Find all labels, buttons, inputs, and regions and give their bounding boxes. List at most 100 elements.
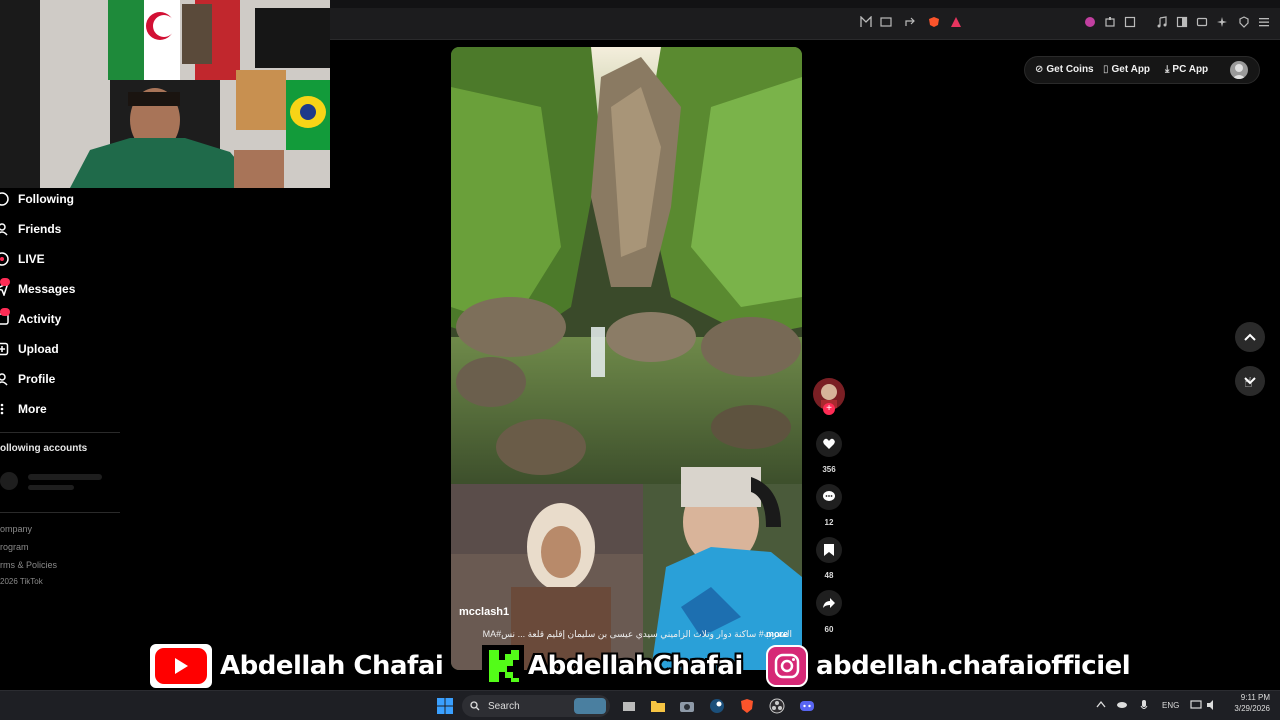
windows-start-icon[interactable]	[436, 697, 454, 715]
footer-link-terms[interactable]: rms & Policies	[0, 560, 57, 570]
tray-overflow-icon[interactable]	[1096, 700, 1106, 710]
sidebar-item-label: Messages	[18, 282, 76, 296]
get-coins-button[interactable]: ⊘ Get Coins	[1035, 64, 1094, 75]
pc-app-button[interactable]: ⤓ PC App	[1165, 64, 1208, 75]
search-highlight-image	[574, 698, 606, 714]
sidebar-item-label: More	[18, 402, 47, 416]
youtube-channel: Abdellah Chafai	[148, 642, 444, 690]
comment-button[interactable]	[816, 484, 842, 510]
save-button[interactable]	[816, 537, 842, 563]
microphone-icon[interactable]	[1140, 700, 1148, 714]
cloud-icon[interactable]	[1116, 700, 1128, 710]
messages-badge	[0, 278, 10, 286]
vpn-icon[interactable]	[1236, 14, 1252, 30]
share-count: 60	[824, 625, 834, 634]
sidebar-item-activity[interactable]: Activity	[0, 308, 61, 330]
share-icon[interactable]	[902, 14, 918, 30]
bookmark-icon	[824, 544, 834, 556]
file-explorer-icon[interactable]	[649, 697, 667, 715]
sidebar-item-messages[interactable]: Messages	[0, 278, 75, 300]
sidebar-divider	[0, 512, 120, 513]
sidebar-divider	[0, 432, 120, 433]
browser-toolbar	[330, 0, 1280, 40]
kick-handle: AbdellahChafai	[528, 651, 743, 681]
extensions-icon[interactable]	[1102, 14, 1118, 30]
discord-icon[interactable]	[798, 697, 816, 715]
sidebar-item-label: Friends	[18, 222, 62, 236]
pc-app-label: PC App	[1172, 64, 1209, 75]
video-username[interactable]: mcclash1	[459, 606, 509, 618]
leo-ai-icon[interactable]	[1214, 14, 1230, 30]
more-icon	[0, 401, 10, 417]
cast-icon[interactable]	[878, 14, 894, 30]
comment-icon	[823, 491, 835, 501]
save-count: 48	[824, 571, 834, 580]
sidebar-item-profile[interactable]: Profile	[0, 368, 55, 390]
webcam-overlay	[0, 0, 330, 188]
video-player[interactable]	[451, 47, 802, 670]
like-button[interactable]	[816, 431, 842, 457]
sidebar-item-following[interactable]: Following	[0, 188, 74, 210]
volume-icon[interactable]	[1206, 700, 1218, 712]
steam-icon[interactable]	[708, 697, 726, 715]
kick-icon	[482, 645, 524, 687]
sidebar-item-label: Following	[18, 192, 74, 206]
sidebar-item-label: Activity	[18, 312, 62, 326]
brave-shield-icon[interactable]	[926, 14, 942, 30]
wallet-icon[interactable]	[1194, 14, 1210, 30]
sidebar-toggle-icon[interactable]	[1174, 14, 1190, 30]
network-icon[interactable]	[1190, 700, 1202, 712]
screenshot-icon[interactable]	[1122, 14, 1138, 30]
footer-copyright: 2026 TikTok	[0, 577, 43, 586]
instagram-icon	[766, 645, 808, 687]
hand-cursor-icon: ☝	[1244, 374, 1253, 390]
coin-icon: ⊘	[1035, 64, 1044, 75]
header-actions: ⊘ Get Coins ▯ Get App ⤓ PC App	[1024, 56, 1260, 84]
caption-more-button[interactable]: more	[766, 629, 788, 639]
task-view-icon[interactable]	[620, 697, 638, 715]
camera-app-icon[interactable]	[678, 697, 696, 715]
phone-icon: ▯	[1103, 64, 1109, 75]
sidebar-item-more[interactable]: More	[0, 398, 47, 420]
video-caption: المغرب# ساكنة دوار وتلاث الزاميني سيدي ع…	[482, 629, 792, 639]
clock-time[interactable]: 9:11 PM	[1228, 693, 1270, 702]
youtube-handle: Abdellah Chafai	[220, 651, 444, 681]
footer-link-company[interactable]: ompany	[0, 524, 32, 534]
heart-icon	[823, 438, 835, 449]
sidebar-item-label: Upload	[18, 342, 59, 356]
following-icon	[0, 191, 10, 207]
instagram-handle: abdellah.chafaiofficiel	[816, 651, 1131, 681]
extension-badge-icon[interactable]	[1082, 14, 1098, 30]
friends-icon	[0, 221, 10, 237]
like-count: 356	[822, 465, 836, 474]
share-arrow-icon	[823, 598, 835, 608]
skeleton-line	[28, 485, 74, 490]
profile-icon	[0, 371, 10, 387]
activity-badge	[0, 308, 10, 316]
clock-date[interactable]: 3/29/2026	[1222, 704, 1270, 713]
avatar[interactable]	[1230, 61, 1248, 79]
language-indicator[interactable]: ENG	[1162, 701, 1179, 710]
menu-icon[interactable]	[1256, 14, 1272, 30]
sidebar-item-label: LIVE	[18, 252, 45, 266]
obs-icon[interactable]	[768, 697, 786, 715]
follow-plus-icon[interactable]: +	[823, 403, 835, 415]
taskbar: Search ENG 9:11 PM 3/29/2026	[0, 690, 1280, 720]
media-icon[interactable]	[1154, 14, 1170, 30]
brave-browser-icon[interactable]	[738, 697, 756, 715]
upload-icon	[0, 341, 10, 357]
brave-rewards-icon[interactable]	[948, 14, 964, 30]
webcam-image	[0, 0, 330, 188]
share-button[interactable]	[816, 590, 842, 616]
search-icon	[470, 701, 480, 711]
taskbar-search[interactable]: Search	[462, 695, 610, 717]
sidebar-item-live[interactable]: LIVE	[0, 248, 45, 270]
footer-link-program[interactable]: rogram	[0, 542, 29, 552]
skeleton-avatar	[0, 472, 18, 490]
reader-icon[interactable]	[858, 14, 874, 30]
sidebar-item-friends[interactable]: Friends	[0, 218, 61, 240]
skeleton-line	[28, 474, 102, 480]
get-app-button[interactable]: ▯ Get App	[1103, 64, 1150, 75]
sidebar-item-upload[interactable]: Upload	[0, 338, 59, 360]
previous-video-button[interactable]	[1235, 322, 1265, 352]
